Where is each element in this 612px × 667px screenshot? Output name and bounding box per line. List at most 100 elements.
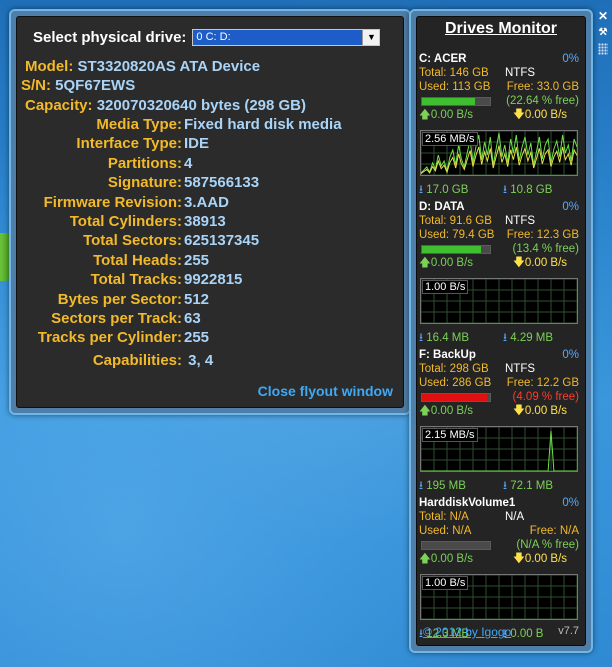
property-value: 3.AAD	[184, 193, 230, 211]
property-row: Partitions: 4	[17, 154, 193, 173]
graph-scale-label: 2.15 MB/s	[422, 428, 478, 442]
up-arrow-icon: 🡅	[419, 257, 431, 269]
drive-free: Free: 12.2 GB	[506, 377, 579, 389]
copyright-link[interactable]: © 2012 by Igogo	[423, 625, 511, 639]
drive-free-percent: (N/A % free)	[516, 539, 579, 551]
drive-section: C: ACER 0% Total: 146 GB NTFS Used: 113 …	[417, 42, 585, 196]
drive-filesystem: NTFS	[505, 215, 536, 227]
drive-activity-percent: 0%	[562, 349, 579, 361]
graph-scale-label: 2.56 MB/s	[422, 132, 478, 146]
model-label: Model:	[25, 58, 74, 75]
property-label: Total Heads:	[93, 251, 182, 269]
graph-scale-label: 1.00 B/s	[422, 280, 469, 294]
property-value: 587566133	[184, 174, 260, 192]
read-rate-line: 🡅0.00 B/s	[419, 108, 473, 122]
property-value: Fixed hard disk media	[184, 116, 342, 133]
drive-usage-fill	[422, 394, 488, 401]
write-rate: 0.00 B/s	[524, 109, 568, 121]
close-gadget-icon[interactable]: ✕	[596, 9, 610, 23]
gadget-footer: © 2012 by Igogo v7.7	[417, 625, 585, 641]
drive-total: Total: 91.6 GB	[419, 215, 492, 227]
capabilities-value: 3, 4	[188, 352, 214, 369]
drive-filesystem: NTFS	[505, 67, 536, 79]
up-arrow-icon: 🡅	[419, 405, 431, 417]
drive-activity-graph: 2.15 MB/s	[420, 426, 578, 472]
drive-activity-percent: 0%	[562, 53, 579, 65]
read-rate: 0.00 B/s	[430, 109, 474, 121]
read-rate: 0.00 B/s	[430, 257, 474, 269]
down-arrow-icon: 🡇	[513, 553, 525, 565]
property-row: Bytes per Sector: 512	[17, 291, 209, 309]
drive-name[interactable]: HarddiskVolume1	[419, 496, 515, 510]
property-row: Signature: 587566133	[17, 174, 259, 192]
property-label: Total Sectors:	[83, 232, 182, 250]
capacity-value: 320070320640 bytes (298 GB)	[96, 97, 307, 114]
select-drive-label: Select physical drive:	[33, 28, 187, 46]
drive-select-row: Select physical drive: 0 C: D: ▼	[33, 27, 381, 47]
drive-usage-fill	[422, 98, 475, 105]
property-row: Tracks per Cylinder: 255	[17, 329, 209, 347]
drive-usage-bar	[421, 245, 491, 254]
gadget-title[interactable]: Drives Monitor	[417, 20, 585, 38]
down-arrow-icon: 🡇	[513, 405, 525, 417]
down-arrow-icon: 🡇	[513, 257, 525, 269]
drive-name[interactable]: F: BackUp	[419, 348, 476, 362]
drive-used: Used: 286 GB	[419, 377, 492, 389]
property-row: Interface Type: IDE	[17, 135, 209, 153]
property-label: Media Type:	[96, 116, 182, 133]
sn-label: S/N:	[21, 77, 51, 94]
drive-used: Used: 113 GB	[419, 81, 491, 93]
drive-free-percent: (22.64 % free)	[506, 95, 579, 107]
drive-usage-bar	[421, 541, 491, 550]
settings-wrench-icon[interactable]: ⚒	[596, 26, 610, 40]
drive-info-flyout: Select physical drive: 0 C: D: ▼ Model: …	[9, 9, 411, 415]
read-rate-line: 🡅0.00 B/s	[419, 404, 473, 418]
property-label: Total Cylinders:	[69, 213, 182, 230]
property-row: Total Tracks: 9922815	[17, 271, 243, 289]
property-label: Sectors per Track:	[51, 310, 182, 327]
drive-used: Used: 79.4 GB	[419, 229, 495, 241]
property-label: Signature:	[107, 174, 182, 192]
physical-drive-select[interactable]: 0 C: D: ▼	[192, 28, 381, 46]
drive-total: Total: 298 GB	[419, 363, 489, 375]
drive-name[interactable]: D: DATA	[419, 200, 465, 214]
read-rate: 0.00 B/s	[430, 553, 474, 565]
write-rate-line: 🡇0.00 B/s	[513, 404, 567, 418]
property-label: Tracks per Cylinder:	[37, 329, 182, 347]
version-label: v7.7	[558, 625, 579, 637]
property-label: Partitions:	[107, 154, 182, 172]
gadget-panel: Drives Monitor C: ACER 0% Total: 146 GB …	[416, 16, 586, 646]
drive-section: HarddiskVolume1 0% Total: N/A N/A Used: …	[417, 486, 585, 640]
property-value: 512	[184, 290, 210, 308]
up-arrow-icon: 🡅	[419, 109, 431, 121]
capabilities-line: Capabilities: 3, 4	[17, 352, 213, 370]
drive-section: D: DATA 0% Total: 91.6 GB NTFS Used: 79.…	[417, 190, 585, 344]
drive-activity-graph: 2.56 MB/s	[420, 130, 578, 176]
property-value: IDE	[184, 135, 210, 153]
drive-used: Used: N/A	[419, 525, 472, 537]
property-row: Media Type: Fixed hard disk media	[17, 116, 342, 134]
sn-line: S/N: 5QF67EWS	[21, 77, 135, 95]
property-row: Firmware Revision: 3.AAD	[17, 194, 229, 212]
close-flyout-link[interactable]: Close flyout window	[258, 383, 393, 399]
drive-usage-bar	[421, 97, 491, 106]
drive-usage-bar	[421, 393, 491, 402]
drive-section: F: BackUp 0% Total: 298 GB NTFS Used: 28…	[417, 338, 585, 492]
drive-free: Free: 33.0 GB	[506, 81, 579, 93]
drive-name[interactable]: C: ACER	[419, 52, 467, 66]
drag-handle-icon[interactable]	[598, 43, 608, 55]
write-rate: 0.00 B/s	[524, 553, 568, 565]
write-rate-line: 🡇0.00 B/s	[513, 552, 567, 566]
property-label: Total Tracks:	[90, 271, 182, 289]
gadget-side-controls: ✕ ⚒	[596, 9, 610, 55]
property-label: Firmware Revision:	[43, 193, 182, 211]
dropdown-arrow-icon[interactable]: ▼	[362, 29, 380, 45]
down-arrow-icon: 🡇	[513, 109, 525, 121]
drive-filesystem: N/A	[505, 511, 525, 523]
drive-free: Free: 12.3 GB	[506, 229, 579, 241]
read-rate-line: 🡅0.00 B/s	[419, 552, 473, 566]
drive-total: Total: 146 GB	[419, 67, 489, 79]
property-value: 38913	[184, 213, 226, 230]
drive-free-percent: (4.09 % free)	[512, 391, 579, 403]
drive-total: Total: N/A	[419, 511, 469, 523]
